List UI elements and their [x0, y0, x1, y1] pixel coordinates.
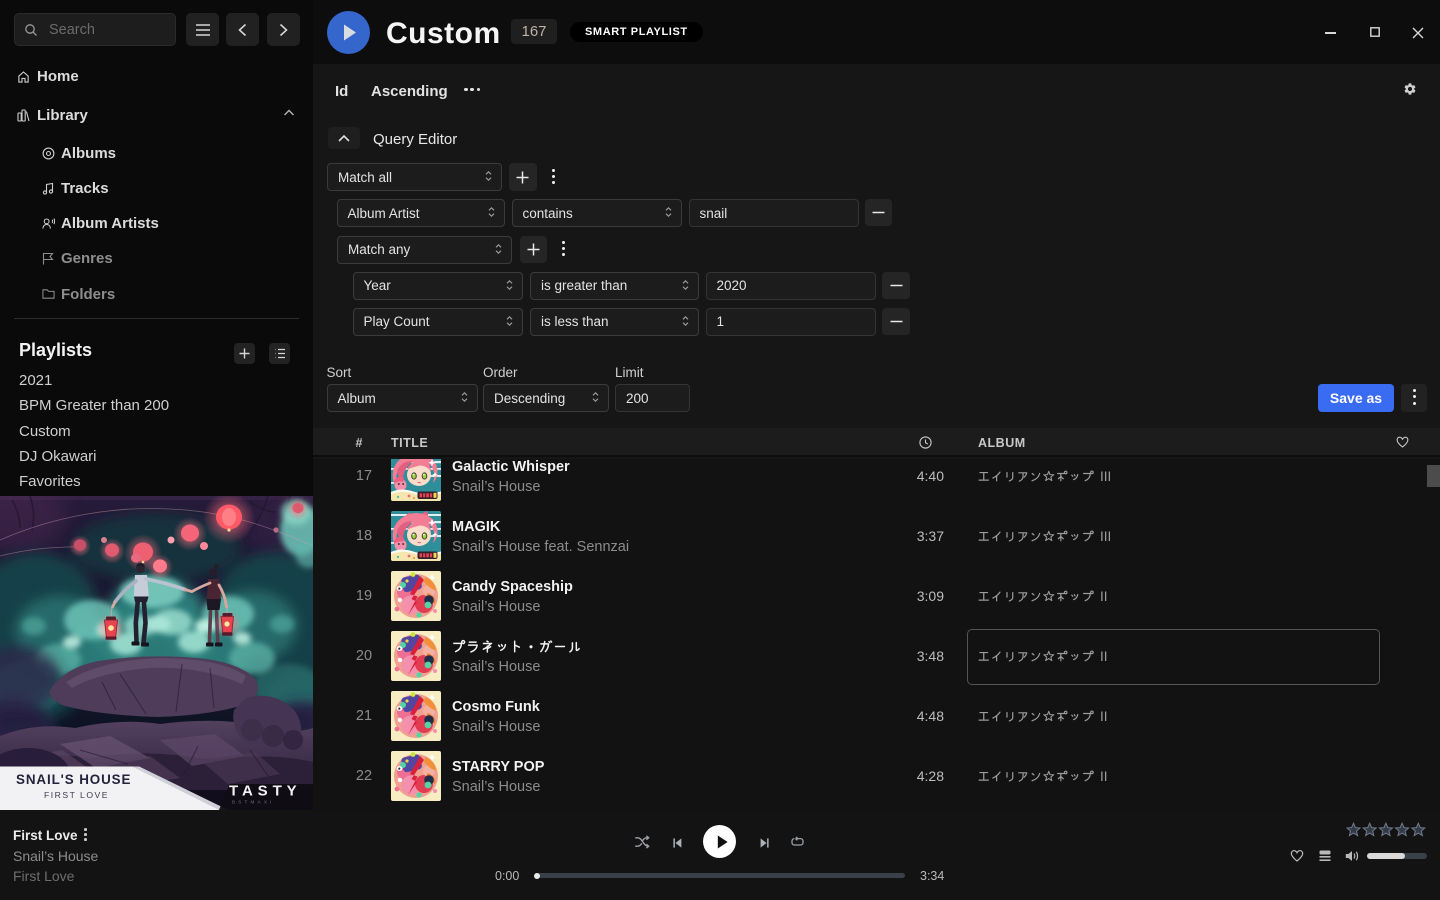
svg-text:BSTMAXI: BSTMAXI	[232, 800, 275, 805]
svg-text:SNAIL'S HOUSE: SNAIL'S HOUSE	[16, 772, 131, 787]
svg-text:TASTY: TASTY	[229, 783, 302, 800]
svg-text:FIRST LOVE: FIRST LOVE	[44, 790, 109, 800]
